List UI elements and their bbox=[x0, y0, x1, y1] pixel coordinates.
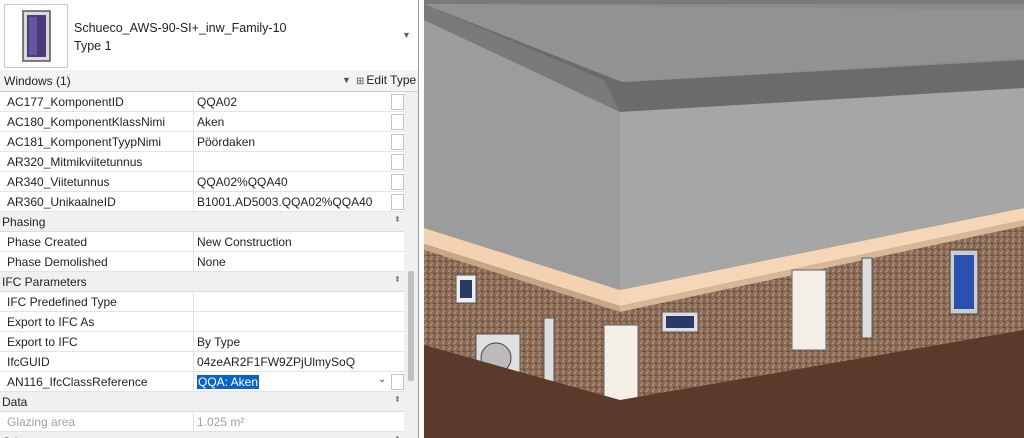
column-divider bbox=[193, 292, 194, 311]
column-divider bbox=[193, 332, 194, 351]
column-divider bbox=[193, 152, 194, 171]
property-name: AC180_KomponentKlassNimi bbox=[7, 115, 166, 129]
property-row-ar360-unikaalneid[interactable]: AR360_UnikaalneID B1001.AD5003.QQA02%QQA4… bbox=[0, 192, 404, 212]
property-row-glazing-area[interactable]: Glazing area 1.025 m² bbox=[0, 412, 404, 432]
checkbox-icon[interactable] bbox=[391, 194, 404, 210]
section-header[interactable]: Phasing ⇞ bbox=[0, 212, 404, 232]
property-row-ac180-komponentklassnimi[interactable]: AC180_KomponentKlassNimi Aken bbox=[0, 112, 404, 132]
checkbox-icon[interactable] bbox=[391, 114, 404, 130]
property-row-ac181-komponenttyypnimi[interactable]: AC181_KomponentTyypNimi Pöördaken bbox=[0, 132, 404, 152]
property-name: AR360_UnikaalneID bbox=[7, 195, 116, 209]
section-title: Data bbox=[2, 395, 28, 409]
type-family-name: Schueco_AWS-90-SI+_inw_Family-10 bbox=[74, 21, 287, 35]
properties-palette: Schueco_AWS-90-SI+_inw_Family-10 Type 1 … bbox=[0, 0, 419, 438]
checkbox-icon[interactable] bbox=[391, 134, 404, 150]
property-name: IfcGUID bbox=[7, 355, 50, 369]
scrollbar-thumb[interactable] bbox=[408, 271, 414, 381]
section-header[interactable]: Data ⇞ bbox=[0, 392, 404, 412]
property-value[interactable]: None bbox=[197, 255, 226, 269]
window-thumbnail-icon bbox=[4, 4, 68, 68]
properties-grid: AC177_KomponentID QQA02 AC180_KomponentKla… bbox=[0, 92, 404, 438]
column-divider bbox=[193, 232, 194, 251]
section-title: Phasing bbox=[2, 215, 46, 229]
column-divider bbox=[193, 92, 194, 111]
property-row-ifc-predefined-type[interactable]: IFC Predefined Type bbox=[0, 292, 404, 312]
property-value[interactable]: Pöördaken bbox=[197, 135, 255, 149]
edit-type-icon: ⊞ bbox=[356, 76, 365, 87]
property-row-export-to-ifc-as[interactable]: Export to IFC As bbox=[0, 312, 404, 332]
property-row-an116-ifcclassreference[interactable]: AN116_IfcClassReference QQA: Aken ⌄ bbox=[0, 372, 404, 392]
section-header[interactable]: IFC Parameters ⇞ bbox=[0, 272, 404, 292]
value-dropdown-icon[interactable]: ⌄ bbox=[378, 374, 386, 385]
selected-value-text[interactable]: QQA: Aken bbox=[197, 375, 260, 389]
property-value[interactable]: QQA: Aken bbox=[197, 375, 260, 389]
column-divider bbox=[193, 192, 194, 211]
property-row-ac177-komponentid[interactable]: AC177_KomponentID QQA02 bbox=[0, 92, 404, 112]
property-value[interactable]: QQA02%QQA40 bbox=[197, 175, 288, 189]
column-divider bbox=[193, 412, 194, 431]
property-value[interactable]: 1.025 m² bbox=[197, 415, 244, 429]
property-row-phase-demolished[interactable]: Phase Demolished None bbox=[0, 252, 404, 272]
filter-label: Windows (1) bbox=[4, 74, 71, 88]
property-value[interactable]: 04zeAR2F1FW9ZPjUlmySoQ bbox=[197, 355, 355, 369]
checkbox-icon[interactable] bbox=[391, 94, 404, 110]
3d-viewport[interactable] bbox=[424, 0, 1024, 438]
column-divider bbox=[193, 372, 194, 391]
property-name: AC177_KomponentID bbox=[7, 95, 124, 109]
property-value[interactable]: QQA02 bbox=[197, 95, 237, 109]
instance-filter[interactable]: Windows (1) ▼ ⊞ Edit Type bbox=[0, 70, 418, 92]
edit-type-button[interactable]: ⊞ Edit Type bbox=[356, 73, 416, 87]
property-name: AC181_KomponentTyypNimi bbox=[7, 135, 162, 149]
collapse-icon[interactable]: ⇞ bbox=[394, 395, 401, 404]
property-name: AR340_Viitetunnus bbox=[7, 175, 110, 189]
type-name: Type 1 bbox=[74, 39, 112, 53]
property-value[interactable]: Aken bbox=[197, 115, 224, 129]
column-divider bbox=[193, 172, 194, 191]
property-row-ar320-mitmikviitetunnus[interactable]: AR320_Mitmikviitetunnus bbox=[0, 152, 404, 172]
property-row-phase-created[interactable]: Phase Created New Construction bbox=[0, 232, 404, 252]
checkbox-icon[interactable] bbox=[391, 374, 404, 390]
collapse-icon[interactable]: ⇞ bbox=[394, 275, 401, 284]
property-row-export-to-ifc[interactable]: Export to IFC By Type bbox=[0, 332, 404, 352]
section-title: IFC Parameters bbox=[2, 275, 87, 289]
property-name: Phase Demolished bbox=[7, 255, 108, 269]
property-name: Phase Created bbox=[7, 235, 88, 249]
column-divider bbox=[193, 252, 194, 271]
property-row-ar340-viitetunnus[interactable]: AR340_Viitetunnus QQA02%QQA40 bbox=[0, 172, 404, 192]
column-divider bbox=[193, 112, 194, 131]
property-name: Export to IFC bbox=[7, 335, 78, 349]
property-value[interactable]: By Type bbox=[197, 335, 240, 349]
property-name: IFC Predefined Type bbox=[7, 295, 117, 309]
filter-dropdown-icon[interactable]: ▼ bbox=[342, 75, 351, 85]
column-divider bbox=[193, 352, 194, 371]
section-header[interactable]: Other⇞ bbox=[0, 432, 404, 438]
property-name: Export to IFC As bbox=[7, 315, 95, 329]
dropdown-arrow-icon[interactable]: ▼ bbox=[402, 30, 411, 40]
property-name: AR320_Mitmikviitetunnus bbox=[7, 155, 143, 169]
collapse-icon[interactable]: ⇞ bbox=[394, 215, 401, 224]
type-selector[interactable]: Schueco_AWS-90-SI+_inw_Family-10 Type 1 … bbox=[0, 0, 418, 71]
checkbox-icon[interactable] bbox=[391, 154, 404, 170]
checkbox-icon[interactable] bbox=[391, 174, 404, 190]
property-name: AN116_IfcClassReference bbox=[7, 375, 148, 389]
property-name: Glazing area bbox=[7, 415, 76, 429]
property-value[interactable]: B1001.AD5003.QQA02%QQA40 bbox=[197, 195, 372, 209]
edit-type-label: Edit Type bbox=[366, 73, 417, 87]
column-divider bbox=[193, 312, 194, 331]
property-value[interactable]: New Construction bbox=[197, 235, 292, 249]
scrollbar[interactable] bbox=[404, 92, 418, 438]
property-row-ifcguid[interactable]: IfcGUID 04zeAR2F1FW9ZPjUlmySoQ bbox=[0, 352, 404, 372]
column-divider bbox=[193, 132, 194, 151]
